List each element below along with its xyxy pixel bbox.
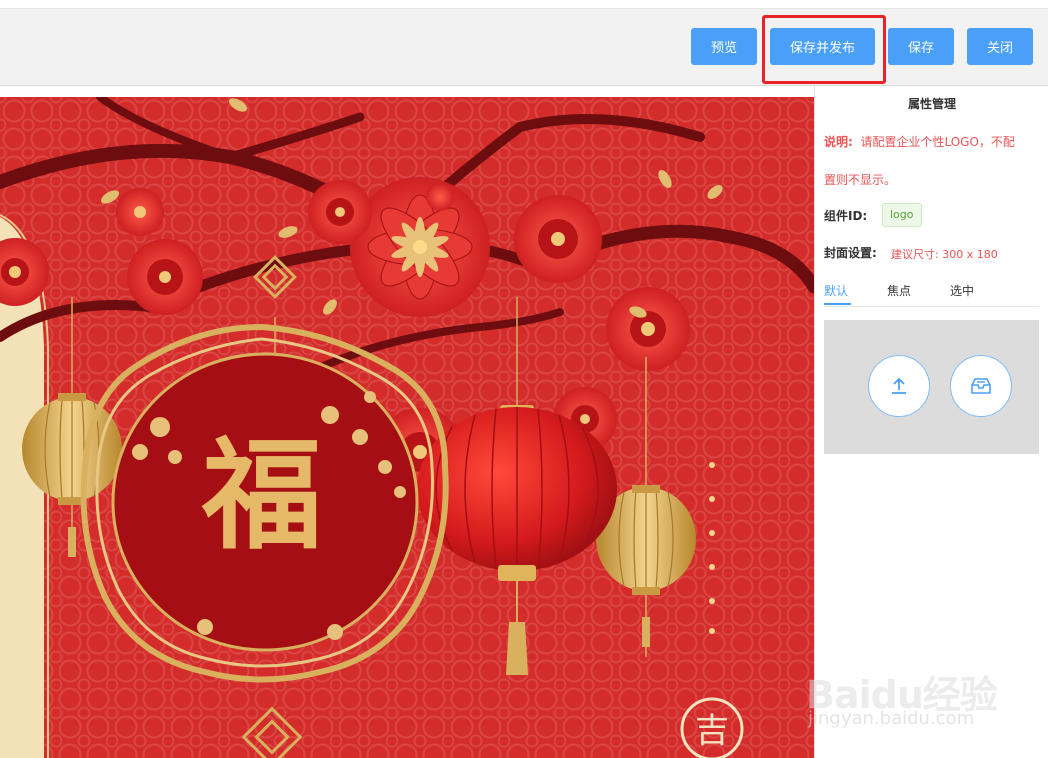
- festive-background-art: 福 吉: [0, 97, 814, 758]
- annotation-highlight-box: [762, 15, 886, 84]
- description-label: 说明:: [824, 135, 853, 149]
- active-tab-indicator: [824, 303, 851, 305]
- editor-toolbar: 预览 保存并发布 保存 关闭: [0, 8, 1048, 86]
- panel-title: 属性管理: [907, 97, 956, 111]
- top-strip: [0, 0, 1048, 8]
- upload-icon: [892, 377, 906, 394]
- chinese-knot-bottom: [241, 706, 303, 758]
- cover-size-hint: 建议尺寸: 300 x 180: [891, 248, 998, 261]
- watermark-url: jingyan.baidu.com: [808, 708, 975, 729]
- cover-setting-label: 封面设置:: [824, 246, 877, 260]
- tab-focus[interactable]: 焦点: [887, 282, 911, 299]
- cover-upload-area: [824, 320, 1039, 454]
- description-line-2: 置则不显示。: [824, 173, 897, 187]
- description-text: 请配置企业个性LOGO，不配: [860, 135, 1015, 149]
- preview-button[interactable]: 预览: [691, 28, 757, 65]
- cover-tabs: 默认 焦点 选中: [824, 282, 1039, 307]
- save-button[interactable]: 保存: [888, 28, 954, 65]
- fu-character: 福: [201, 425, 322, 566]
- page-canvas[interactable]: 福 吉: [0, 97, 814, 758]
- ji-character: 吉: [695, 711, 729, 751]
- red-lantern: [417, 405, 617, 675]
- close-button[interactable]: 关闭: [967, 28, 1033, 65]
- property-panel: 属性管理 说明: 请配置企业个性LOGO，不配 置则不显示。 组件ID: log…: [814, 86, 1048, 758]
- component-id-label: 组件ID:: [824, 209, 868, 223]
- component-id-tag: logo: [882, 203, 922, 227]
- tab-default[interactable]: 默认: [824, 282, 848, 299]
- description-line-1: 说明: 请配置企业个性LOGO，不配: [824, 133, 1015, 150]
- upload-button[interactable]: [868, 355, 930, 417]
- image-library-icon: [971, 378, 991, 394]
- image-library-button[interactable]: [950, 355, 1012, 417]
- decorative-dots: [709, 462, 715, 634]
- tab-selected[interactable]: 选中: [950, 282, 974, 299]
